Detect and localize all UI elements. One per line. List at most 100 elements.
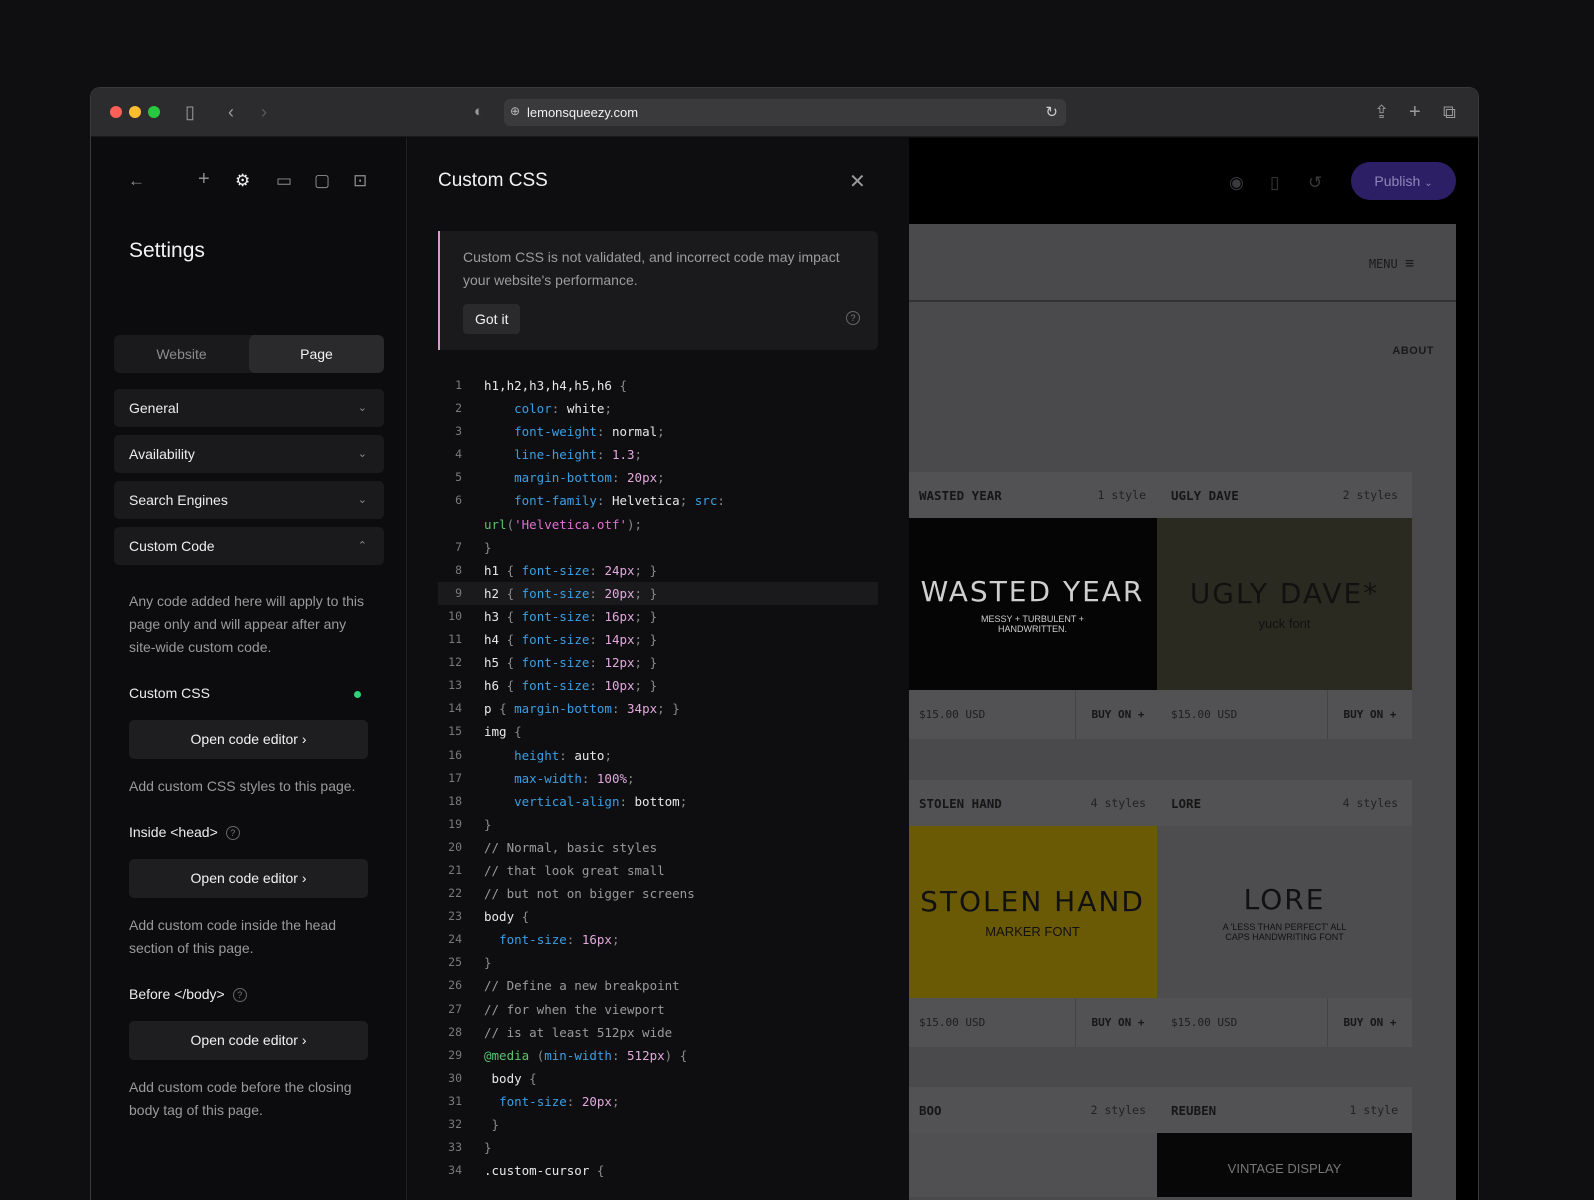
accordion-search-engines[interactable]: Search Engines ⌄	[114, 481, 384, 519]
code-line[interactable]: 18 vertical-align: bottom;	[438, 790, 878, 813]
buy-button[interactable]: BUY ON +	[1075, 690, 1160, 739]
code-token: margin-bottom	[514, 701, 612, 717]
eye-icon[interactable]: ◉	[1229, 173, 1244, 193]
undo-icon[interactable]: ↺	[1308, 173, 1322, 193]
code-line[interactable]: 28 // is at least 512px wide	[438, 1021, 878, 1044]
font-card[interactable]: STOLEN HAND 4 styles STOLEN HAND MARKER …	[909, 780, 1160, 1047]
help-icon[interactable]: ?	[232, 988, 247, 1002]
code-line[interactable]: 10 h3 { font-size: 16px; }	[438, 605, 878, 628]
code-text: }	[484, 536, 492, 559]
font-card[interactable]: WASTED YEAR 1 style WASTED YEAR MESSY + …	[909, 472, 1160, 739]
code-line[interactable]: 14 p { margin-bottom: 34px; }	[438, 697, 878, 720]
code-line[interactable]: 30 body {	[438, 1067, 878, 1090]
shield-icon[interactable]: ◐	[474, 101, 483, 123]
tabs-overview-icon[interactable]: ⧉	[1443, 101, 1456, 123]
open-css-editor-button[interactable]: Open code editor ›	[129, 720, 368, 759]
code-text: // for when the viewport	[484, 998, 665, 1021]
code-line[interactable]: 32 }	[438, 1113, 878, 1136]
code-line[interactable]: 21 // that look great small	[438, 859, 878, 882]
font-card[interactable]: REUBEN 1 style VINTAGE DISPLAY	[1157, 1087, 1412, 1197]
code-line[interactable]: 11 h4 { font-size: 14px; }	[438, 628, 878, 651]
art-title: LORE	[1243, 882, 1326, 916]
code-line[interactable]: 6 font-family: Helvetica; src:	[438, 489, 878, 512]
close-icon[interactable]: ✕	[849, 169, 866, 194]
line-number: 6	[455, 493, 462, 508]
code-line[interactable]: 24 font-size: 16px;	[438, 928, 878, 951]
font-card[interactable]: UGLY DAVE 2 styles UGLY DAVE* yuck font …	[1157, 472, 1412, 739]
about-link[interactable]: ABOUT	[1392, 345, 1434, 357]
accordion-availability[interactable]: Availability ⌄	[114, 435, 384, 473]
code-line[interactable]: 1 h1,h2,h3,h4,h5,h6 {	[438, 374, 878, 397]
code-token: body	[484, 909, 522, 925]
got-it-button[interactable]: Got it	[463, 304, 521, 334]
share-icon[interactable]: ⇪	[1374, 101, 1389, 123]
code-line[interactable]: 26 // Define a new breakpoint	[438, 974, 878, 997]
address-bar[interactable]: ⊕ lemonsqueezy.com ↻	[504, 99, 1066, 126]
publish-button[interactable]: Publish ⌄	[1351, 162, 1456, 200]
code-line[interactable]: 4 line-height: 1.3;	[438, 443, 878, 466]
mobile-icon[interactable]: ▯	[1270, 173, 1279, 193]
zoom-window-button[interactable]	[148, 106, 160, 118]
new-tab-icon[interactable]: +	[1409, 101, 1421, 123]
code-editor[interactable]: 1 h1,h2,h3,h4,h5,h6 {2 color: white; 3 fon…	[438, 374, 878, 1182]
sidebar-toggle-icon[interactable]: ▯	[185, 101, 195, 123]
code-line[interactable]: 3 font-weight: normal;	[438, 420, 878, 443]
minimize-window-button[interactable]	[129, 106, 141, 118]
menu-button[interactable]: MENU ≡	[1369, 254, 1414, 272]
page-icon[interactable]: ▭	[276, 171, 292, 191]
buy-button[interactable]: BUY ON +	[1075, 998, 1160, 1047]
line-number: 5	[455, 470, 462, 485]
accordion-general[interactable]: General ⌄	[114, 389, 384, 427]
help-icon[interactable]: ?	[225, 826, 240, 840]
code-line[interactable]: 13 h6 { font-size: 10px; }	[438, 674, 878, 697]
code-line[interactable]: 9 h2 { font-size: 20px; }	[438, 581, 878, 605]
code-icon[interactable]: ⊡	[353, 171, 367, 191]
code-token: ;	[604, 401, 612, 417]
code-line[interactable]: 12 h5 { font-size: 12px; }	[438, 651, 878, 674]
open-head-editor-button[interactable]: Open code editor ›	[129, 859, 368, 898]
buy-button[interactable]: BUY ON +	[1327, 998, 1412, 1047]
code-line[interactable]: 7}	[438, 536, 878, 559]
forward-icon[interactable]: ›	[261, 101, 267, 123]
code-token: p	[484, 701, 500, 717]
style-count: 2 styles	[1342, 488, 1398, 502]
code-token: font-size	[521, 655, 590, 671]
code-line[interactable]: 31 font-size: 20px;	[438, 1090, 878, 1113]
folder-icon[interactable]: ▢	[314, 171, 330, 191]
code-line[interactable]: 20 // Normal, basic styles	[438, 836, 878, 859]
open-body-editor-button[interactable]: Open code editor ›	[129, 1021, 368, 1060]
back-arrow-icon[interactable]: ←	[128, 171, 145, 191]
gear-icon[interactable]: ⚙	[235, 171, 250, 191]
tab-page[interactable]: Page	[249, 335, 384, 373]
buy-button[interactable]: BUY ON +	[1327, 690, 1412, 739]
code-token: :	[589, 608, 605, 624]
code-line[interactable]: 19}	[438, 813, 878, 836]
help-icon[interactable]: ?	[846, 311, 860, 325]
font-card[interactable]: LORE 4 styles LORE A 'LESS THAN PERFECT'…	[1157, 780, 1412, 1047]
code-line[interactable]: 23 body {	[438, 905, 878, 928]
font-card[interactable]: BOO 2 styles	[909, 1087, 1160, 1197]
accordion-custom-code[interactable]: Custom Code ⌃	[114, 527, 384, 565]
code-line[interactable]: 15 img {	[438, 720, 878, 743]
code-line[interactable]: 22 // but not on bigger screens	[438, 882, 878, 905]
code-line[interactable]: 5 margin-bottom: 20px;	[438, 466, 878, 489]
code-line[interactable]: 33}	[438, 1136, 878, 1159]
code-token: normal	[611, 424, 658, 440]
code-line[interactable]: 27 // for when the viewport	[438, 998, 878, 1021]
code-line[interactable]: 8 h1 { font-size: 24px; }	[438, 559, 878, 582]
code-text: line-height: 1.3;	[484, 443, 642, 466]
code-line[interactable]: 2 color: white;	[438, 397, 878, 420]
code-line[interactable]: url('Helvetica.otf');	[438, 513, 878, 536]
back-icon[interactable]: ‹	[228, 101, 234, 123]
tab-website[interactable]: Website	[114, 335, 249, 373]
code-line[interactable]: 34 .custom-cursor {	[438, 1159, 878, 1182]
close-window-button[interactable]	[110, 106, 122, 118]
code-line[interactable]: 25}	[438, 951, 878, 974]
code-line[interactable]: 29 @media (min-width: 512px) {	[438, 1044, 878, 1067]
code-line[interactable]: 17 max-width: 100%;	[438, 767, 878, 790]
add-icon[interactable]: +	[198, 168, 210, 191]
code-text: font-family: Helvetica; src:	[484, 489, 725, 512]
button-label: Open code editor	[190, 1032, 298, 1048]
code-line[interactable]: 16 height: auto;	[438, 744, 878, 767]
reload-icon[interactable]: ↻	[1045, 103, 1058, 121]
